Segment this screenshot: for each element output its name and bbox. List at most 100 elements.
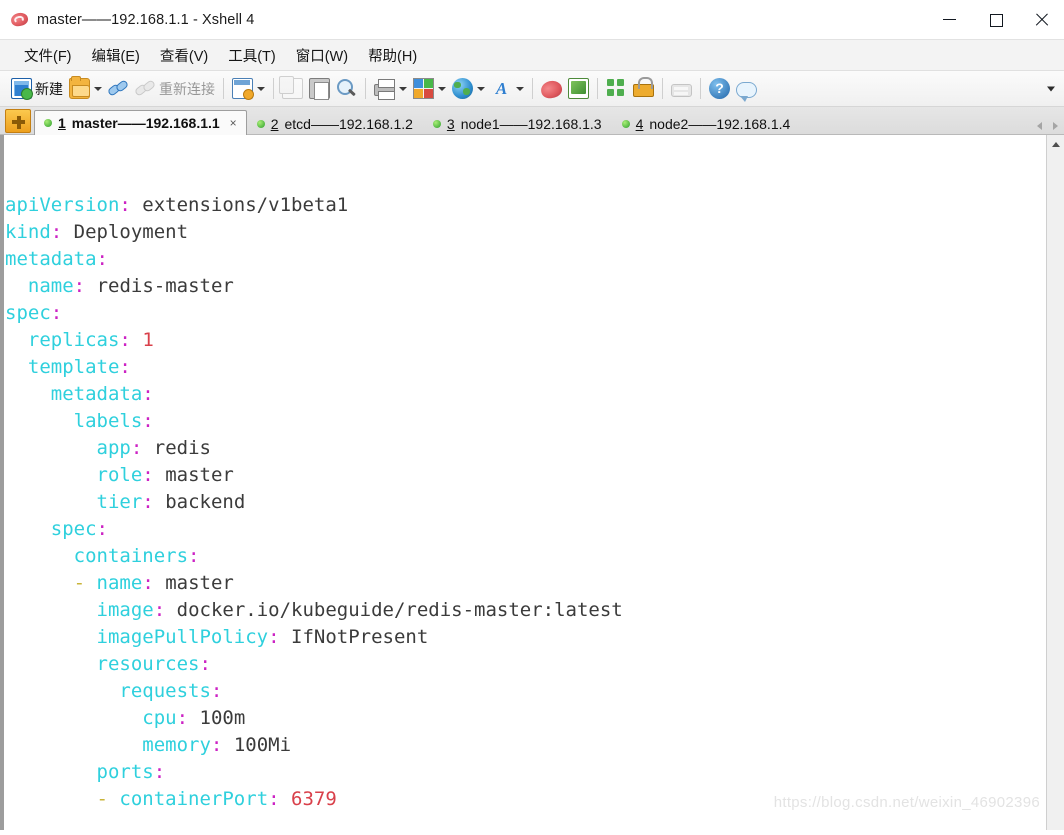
tab-status-dot-icon [256,119,265,128]
terminal-line: resources: [96,653,211,675]
font-size-button[interactable]: A [488,74,527,104]
terminal-line: requests: [119,680,223,702]
terminal-line: replicas: 1 [27,329,154,351]
tab-scroll-controls [1037,122,1058,130]
find-button[interactable] [333,74,360,104]
chevron-down-icon[interactable] [94,86,102,91]
window-title: master——192.168.1.1 - Xshell 4 [37,11,255,28]
chevron-down-icon[interactable] [477,86,485,91]
menu-tools[interactable]: 工具(T) [218,42,286,69]
session-properties-button[interactable] [229,74,268,104]
font-icon: A [495,79,508,98]
terminal-line: ports: [96,761,166,783]
tab-number: 3 [446,115,455,132]
tab-close-icon[interactable]: × [230,116,237,130]
toolbar-divider-2 [273,78,274,99]
tab-label: node2——192.168.1.4 [649,115,791,132]
tab-scroll-left-icon[interactable] [1037,122,1042,130]
close-button[interactable] [1018,0,1064,40]
chevron-down-icon[interactable] [399,86,407,91]
terminal-line: labels: [73,410,154,432]
toolbar-overflow-chevron-icon[interactable] [1047,86,1055,91]
tab-etcd[interactable]: 2 etcd——192.168.1.2 [247,111,423,135]
properties-icon [232,78,254,100]
connect-button[interactable] [105,74,132,104]
xshell-icon [539,79,564,100]
scroll-up-button[interactable] [1046,135,1064,153]
xftp-button[interactable] [565,74,592,104]
color-scheme-button[interactable] [410,74,449,104]
tab-status-dot-icon [44,119,52,127]
tab-number: 4 [635,115,644,132]
reconnect-button: 重新连接 [132,74,218,104]
terminal-line: tier: backend [96,491,246,513]
toolbar-divider-5 [597,78,598,99]
chevron-down-icon[interactable] [516,86,524,91]
menu-file[interactable]: 文件(F) [14,42,82,69]
print-button[interactable] [371,74,410,104]
title-bar-left: master——192.168.1.1 - Xshell 4 [0,11,926,28]
arrange-windows-button[interactable] [603,74,630,104]
yaml-content: apiVersion: extensions/v1beta1 kind: Depl… [5,192,1046,813]
tab-label: master——192.168.1.1 [71,115,220,131]
copy-button [279,74,306,104]
lock-button[interactable] [630,74,657,104]
new-tab-button[interactable] [5,109,31,133]
chevron-down-icon[interactable] [438,86,446,91]
terminal-line: memory: 100Mi [142,734,292,756]
terminal-line: spec: [50,518,108,540]
tab-node1[interactable]: 3 node1——192.168.1.3 [423,111,612,135]
menu-window[interactable]: 窗口(W) [286,42,358,69]
toolbar-divider-1 [223,78,224,99]
terminal-output[interactable]: apiVersion: extensions/v1beta1 kind: Depl… [4,135,1046,830]
scrollbar-track[interactable] [1046,153,1064,830]
toolbar: 新建 重新连接 A ? [0,71,1064,107]
toolbar-divider-6 [662,78,663,99]
terminal-line: metadata: [5,248,108,270]
print-icon [374,78,395,100]
compose-bar-button [668,74,695,104]
terminal-line: apiVersion: extensions/v1beta1 [5,194,349,216]
chevron-down-icon[interactable] [257,86,265,91]
open-session-button[interactable] [66,74,105,104]
toolbar-divider-7 [700,78,701,99]
terminal-line: name: redis-master [27,275,234,297]
feedback-button[interactable] [733,74,760,104]
encoding-button[interactable] [449,74,488,104]
menu-view[interactable]: 查看(V) [150,42,218,69]
toolbar-divider-3 [365,78,366,99]
new-session-button[interactable]: 新建 [8,74,66,104]
keyboard-icon [671,84,692,97]
color-palette-icon [413,78,434,99]
terminal-line: containers: [73,545,200,567]
tab-master[interactable]: 1 master——192.168.1.1 × [34,110,247,135]
toolbar-divider-4 [532,78,533,99]
tab-scroll-right-icon[interactable] [1053,122,1058,130]
maximize-button[interactable] [972,0,1018,40]
search-icon [336,78,357,99]
menu-help[interactable]: 帮助(H) [358,42,427,69]
help-button[interactable]: ? [706,74,733,104]
terminal-line: kind: Deployment [5,221,189,243]
tab-number: 2 [270,115,279,132]
terminal-area: apiVersion: extensions/v1beta1 kind: Depl… [0,135,1064,830]
chat-bubble-icon [736,81,757,102]
tab-node2[interactable]: 4 node2——192.168.1.4 [612,111,801,135]
connect-icon [108,78,129,99]
new-session-icon [11,78,33,100]
tab-status-dot-icon [621,119,630,128]
menu-edit[interactable]: 编辑(E) [82,42,150,69]
terminal-line: cpu: 100m [142,707,246,729]
xftp-icon [568,78,589,99]
tab-bar: 1 master——192.168.1.1 × 2 etcd——192.168.… [0,107,1064,135]
terminal-line: - containerPort: 6379 [96,788,337,810]
paste-icon [309,78,330,100]
xshell-button[interactable] [538,74,565,104]
window-controls [926,0,1064,40]
help-icon: ? [709,78,730,99]
xshell-app-icon [9,11,30,28]
terminal-line: template: [27,356,131,378]
paste-button[interactable] [306,74,333,104]
vertical-scrollbar[interactable] [1046,135,1064,830]
minimize-button[interactable] [926,0,972,40]
